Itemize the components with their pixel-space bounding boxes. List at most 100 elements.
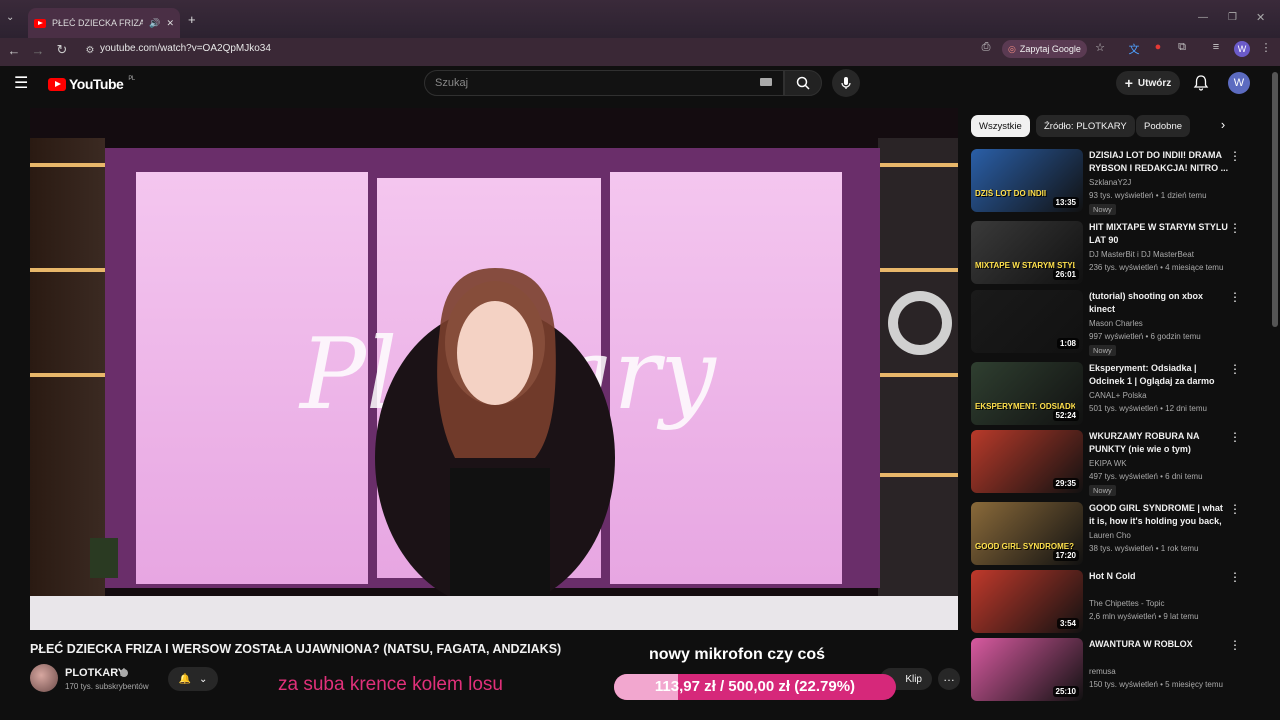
recommendation-channel[interactable]: Mason Charles: [1089, 319, 1143, 328]
recommendation-item[interactable]: MIXTAPE W STARYM STYLU 26:01 HIT MIXTAPE W…: [971, 221, 1261, 287]
donation-goal-bar: 113,97 zł / 500,00 zł (22.79%): [614, 674, 896, 700]
recommendation-thumbnail[interactable]: 1:08: [971, 290, 1083, 353]
youtube-logo-text: YouTube: [69, 76, 124, 92]
recommendation-channel[interactable]: remusa: [1089, 667, 1116, 676]
site-info-icon[interactable]: ⚙: [78, 38, 102, 62]
recommendation-item[interactable]: 29:35 WKURZAMY ROBURA NA PUNKTY (nie wie …: [971, 430, 1261, 496]
close-window-button[interactable]: ✕: [1256, 11, 1265, 24]
recommendation-thumbnail[interactable]: 25:10: [971, 638, 1083, 701]
recommendation-thumbnail[interactable]: DZIŚ LOT DO INDII 13:35: [971, 149, 1083, 212]
scrollbar[interactable]: [1272, 72, 1278, 327]
recommendation-item[interactable]: GOOD GIRL SYNDROME? 17:20 GOOD GIRL SYNDRO…: [971, 502, 1261, 568]
more-options-icon[interactable]: ⋮: [1229, 150, 1241, 162]
keyboard-icon[interactable]: [760, 78, 772, 86]
new-tab-button[interactable]: +: [188, 12, 196, 27]
channel-name[interactable]: PLOTKARY: [65, 667, 125, 679]
recommendation-thumbnail[interactable]: MIXTAPE W STARYM STYLU 26:01: [971, 221, 1083, 284]
voice-search-button[interactable]: [832, 69, 860, 97]
recommendation-item[interactable]: DZIŚ LOT DO INDII 13:35 DZISIAJ LOT DO IND…: [971, 149, 1261, 215]
bookmark-star-icon[interactable]: ☆: [1092, 41, 1108, 57]
reading-list-icon[interactable]: ≡: [1208, 41, 1224, 57]
install-app-icon[interactable]: ⎙: [978, 41, 994, 57]
more-options-icon[interactable]: ⋮: [1229, 431, 1241, 443]
more-options-icon[interactable]: ⋮: [1229, 639, 1241, 651]
clip-label: Klip: [905, 673, 922, 685]
browser-tab[interactable]: PŁEĆ DZIECKA FRIZA I WERSOW... 🔊 ✕: [28, 8, 180, 38]
more-options-icon[interactable]: ⋮: [1229, 291, 1241, 303]
lens-icon: ◎: [1008, 43, 1016, 54]
recommendation-channel[interactable]: The Chipettes - Topic: [1089, 599, 1164, 608]
recommendation-channel[interactable]: CANAL+ Polska: [1089, 391, 1147, 400]
recommendation-thumbnail[interactable]: GOOD GIRL SYNDROME? 17:20: [971, 502, 1083, 565]
extensions-puzzle-icon[interactable]: ⧉: [1174, 41, 1190, 57]
more-options-icon[interactable]: ⋮: [1229, 503, 1241, 515]
video-duration: 17:20: [1052, 550, 1079, 561]
verified-icon: [120, 669, 128, 677]
forward-button[interactable]: →: [26, 38, 50, 62]
tab-close-icon[interactable]: ✕: [166, 18, 174, 29]
youtube-logo[interactable]: YouTube PL: [48, 76, 135, 92]
chip-2[interactable]: Podobne: [1136, 115, 1191, 137]
maximize-button[interactable]: ❐: [1228, 12, 1237, 23]
recommendation-meta: 997 wyświetleń • 6 godzin temu: [1089, 332, 1201, 341]
reload-button[interactable]: ↻: [50, 38, 74, 62]
chips-next-chevron-icon[interactable]: ›: [1214, 117, 1232, 135]
notifications-button[interactable]: [1192, 74, 1210, 92]
chevron-down-icon: ⌄: [199, 673, 208, 685]
recommendation-meta: 93 tys. wyświetleń • 1 dzień temu: [1089, 191, 1207, 200]
donation-goal-text: 113,97 zł / 500,00 zł (22.79%): [654, 678, 856, 695]
more-options-icon[interactable]: ⋮: [1229, 222, 1241, 234]
minimize-button[interactable]: —: [1198, 12, 1208, 23]
video-player[interactable]: Plotkary: [30, 108, 958, 630]
extension-icon[interactable]: ●: [1150, 41, 1166, 57]
ask-google-label: Zapytaj Google: [1019, 44, 1081, 54]
search-input[interactable]: Szukaj: [424, 70, 784, 96]
search-placeholder: Szukaj: [435, 77, 469, 89]
more-options-icon[interactable]: ⋮: [1229, 571, 1241, 583]
menu-icon[interactable]: ☰: [14, 76, 34, 92]
more-options-icon[interactable]: ⋮: [1229, 363, 1241, 375]
url-field[interactable]: youtube.com/watch?v=OA2QpMJko34: [100, 43, 271, 54]
recommendation-thumbnail[interactable]: 3:54: [971, 570, 1083, 633]
recommendation-title[interactable]: GOOD GIRL SYNDROME | what it is, how it'…: [1089, 502, 1229, 528]
tab-title: PŁEĆ DZIECKA FRIZA I WERSOW...: [52, 18, 144, 28]
plus-icon: +: [1124, 75, 1133, 91]
recommendation-item[interactable]: EKSPERYMENT: ODSIADKA 52:24 Eksperyment: O…: [971, 362, 1261, 428]
back-button[interactable]: ←: [2, 38, 26, 62]
recommendation-channel[interactable]: SzklanaY2J: [1089, 178, 1131, 187]
recommendation-channel[interactable]: EKIPA WK: [1089, 459, 1127, 468]
create-button[interactable]: + Utwórz: [1116, 71, 1180, 95]
chip-1[interactable]: Źródło: PLOTKARY: [1036, 115, 1135, 137]
video-duration: 29:35: [1052, 478, 1079, 489]
more-actions-button[interactable]: …: [938, 668, 960, 690]
recommendation-channel[interactable]: DJ MasterBit i DJ MasterBeat: [1089, 250, 1194, 259]
recommendation-title[interactable]: Hot N Cold: [1089, 570, 1229, 583]
recommendation-title[interactable]: Eksperyment: Odsiadka | Odcinek 1 | Oglą…: [1089, 362, 1229, 388]
browser-profile-avatar[interactable]: W: [1234, 41, 1250, 57]
recommendation-title[interactable]: WKURZAMY ROBURA NA PUNKTY (nie wie o tym…: [1089, 430, 1229, 456]
recommendation-thumbnail[interactable]: 29:35: [971, 430, 1083, 493]
search-icon: [796, 76, 810, 90]
bell-icon: [1193, 75, 1209, 91]
recommendation-title[interactable]: AWANTURA W ROBLOX: [1089, 638, 1229, 651]
search-button[interactable]: [784, 70, 822, 96]
recommendation-title[interactable]: HIT MIXTAPE W STARYM STYLU LAT 90: [1089, 221, 1229, 247]
recommendation-item[interactable]: 3:54 Hot N Cold The Chipettes - Topic 2,6 m…: [971, 570, 1261, 636]
recommendation-thumbnail[interactable]: EKSPERYMENT: ODSIADKA 52:24: [971, 362, 1083, 425]
recommendation-title[interactable]: DZISIAJ LOT DO INDII! DRAMA RYBSON I RED…: [1089, 149, 1229, 175]
channel-avatar[interactable]: [30, 664, 58, 692]
microphone-icon: [841, 77, 851, 89]
ask-google-button[interactable]: ◎ Zapytaj Google: [1002, 40, 1087, 58]
tab-search-icon[interactable]: ⌄: [6, 12, 20, 26]
recommendation-item[interactable]: 1:08 (tutorial) shooting on xbox kinect Ma…: [971, 290, 1261, 356]
translate-extension-icon[interactable]: 文: [1126, 41, 1142, 57]
youtube-favicon-icon: [34, 18, 46, 28]
user-avatar[interactable]: W: [1228, 72, 1250, 94]
recommendation-title[interactable]: (tutorial) shooting on xbox kinect: [1089, 290, 1229, 316]
browser-menu-icon[interactable]: ⋮: [1258, 41, 1274, 57]
stream-overlay-message: nowy mikrofon czy coś: [649, 646, 826, 663]
recommendation-channel[interactable]: Lauren Cho: [1089, 531, 1131, 540]
chip-0[interactable]: Wszystkie: [971, 115, 1030, 137]
subscribed-notification-button[interactable]: 🔔 ⌄: [168, 667, 218, 691]
recommendation-item[interactable]: 25:10 AWANTURA W ROBLOX remusa 150 tys. wyś…: [971, 638, 1261, 704]
